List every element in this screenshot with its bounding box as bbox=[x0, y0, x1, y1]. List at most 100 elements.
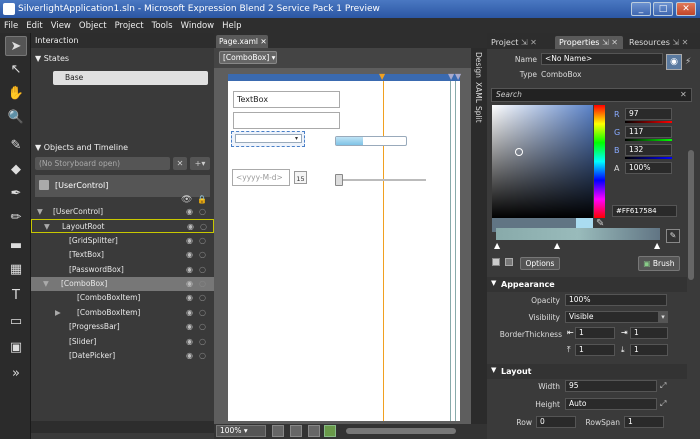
tree-item[interactable]: [Slider] ◉ ○ bbox=[31, 335, 214, 349]
textblock-tool-icon[interactable]: T bbox=[5, 286, 27, 306]
border-right-field[interactable]: 1 bbox=[630, 327, 668, 339]
horizontal-scrollbar[interactable] bbox=[346, 428, 456, 434]
expand-layout-icon[interactable]: ▼ bbox=[491, 366, 496, 374]
visibility-eye-icon[interactable]: ◉ bbox=[186, 306, 193, 320]
options-button[interactable]: Options bbox=[520, 257, 560, 270]
menu-help[interactable]: Help bbox=[218, 21, 245, 31]
r-slider[interactable] bbox=[625, 121, 672, 123]
column-marker-icon-2[interactable]: ▼ bbox=[448, 72, 454, 81]
lock-dot-icon[interactable]: ○ bbox=[199, 349, 206, 363]
gradient-stop-2[interactable]: ▲ bbox=[554, 241, 560, 250]
visibility-eye-icon[interactable]: ◉ bbox=[186, 277, 193, 291]
tab-close-icon[interactable]: ✕ bbox=[260, 37, 266, 46]
visibility-eye-icon[interactable]: ◉ bbox=[186, 291, 193, 305]
visibility-eye-icon[interactable]: ◉ bbox=[186, 263, 193, 277]
storyboard-selector[interactable]: (No Storyboard open) bbox=[35, 157, 170, 170]
color-picker-cursor[interactable] bbox=[515, 148, 523, 156]
menu-edit[interactable]: Edit bbox=[22, 21, 46, 31]
border-bottom-field[interactable]: 1 bbox=[630, 344, 668, 356]
brush-mode-solid-icon[interactable] bbox=[492, 258, 500, 266]
canvas-datepicker-field[interactable]: <yyyy-M-d> bbox=[232, 169, 290, 186]
document-tab[interactable]: Page.xaml ✕ bbox=[216, 35, 268, 48]
tab-project[interactable]: Project ⇲ ✕ bbox=[487, 36, 555, 49]
appearance-section[interactable]: Appearance bbox=[487, 277, 687, 292]
properties-scrollbar[interactable] bbox=[688, 150, 694, 280]
gradient-stop-1[interactable]: ▲ bbox=[494, 241, 500, 250]
minimize-button[interactable]: _ bbox=[631, 2, 651, 16]
grid-column-ruler[interactable] bbox=[228, 74, 460, 81]
tab-properties[interactable]: Properties ⇲ ✕ bbox=[555, 36, 623, 49]
search-input[interactable]: Search bbox=[491, 88, 692, 102]
pin-icon[interactable]: ⇲ ✕ bbox=[602, 38, 618, 47]
eyedropper-tool-icon[interactable]: ✎ bbox=[5, 136, 27, 156]
clear-search-icon[interactable]: ✕ bbox=[680, 90, 687, 99]
pin-icon[interactable]: ⇲ ✕ bbox=[521, 38, 537, 47]
tree-item[interactable]: [ProgressBar] ◉ ○ bbox=[31, 320, 214, 334]
maximize-button[interactable]: □ bbox=[653, 2, 673, 16]
expand-appearance-icon[interactable]: ▼ bbox=[491, 279, 496, 287]
effects-toggle-icon[interactable] bbox=[324, 425, 336, 437]
r-field[interactable]: 97 bbox=[625, 108, 672, 120]
visibility-eye-icon[interactable]: ◉ bbox=[186, 234, 193, 248]
visibility-eye-icon[interactable]: ◉ bbox=[186, 320, 193, 334]
lock-dot-icon[interactable]: ○ bbox=[199, 234, 206, 248]
hue-slider[interactable] bbox=[594, 105, 605, 218]
tree-item[interactable]: [TextBox] ◉ ○ bbox=[31, 248, 214, 262]
close-storyboard-button[interactable]: ✕ bbox=[173, 157, 187, 170]
column-marker-icon[interactable]: ▼ bbox=[379, 72, 385, 81]
visibility-eye-icon[interactable]: ◉ bbox=[187, 220, 194, 234]
canvas-slider-track[interactable] bbox=[338, 179, 426, 181]
snap-lines-icon[interactable] bbox=[308, 425, 320, 437]
tree-item[interactable]: [ComboBoxItem] ◉ ○ bbox=[31, 291, 214, 305]
brush-mode-gradient-icon[interactable] bbox=[505, 258, 513, 266]
lock-dot-icon[interactable]: ○ bbox=[199, 248, 206, 262]
pen-tool-icon[interactable]: ✒ bbox=[5, 184, 27, 204]
g-field[interactable]: 117 bbox=[625, 126, 672, 138]
visibility-select[interactable]: Visible bbox=[565, 311, 667, 323]
expander-icon[interactable]: ▼ bbox=[44, 220, 50, 234]
gradient-bar[interactable] bbox=[496, 228, 660, 240]
canvas-slider-thumb[interactable] bbox=[335, 174, 343, 186]
snap-grid-icon[interactable] bbox=[290, 425, 302, 437]
visibility-eye-icon[interactable]: ◉ bbox=[186, 335, 193, 349]
properties-view-icon[interactable]: ◉ bbox=[666, 54, 682, 70]
canvas-progressbar[interactable] bbox=[335, 136, 407, 146]
b-slider[interactable] bbox=[625, 157, 672, 159]
scope-root[interactable]: [UserControl] bbox=[35, 175, 210, 197]
xaml-view-tab[interactable]: XAML bbox=[474, 82, 483, 103]
gradient-stop-3[interactable]: ▲ bbox=[654, 241, 660, 250]
row-field[interactable]: 0 bbox=[536, 416, 576, 428]
base-state[interactable]: Base bbox=[53, 71, 208, 85]
pan-tool-icon[interactable]: ✋ bbox=[5, 84, 27, 104]
tree-item[interactable]: ▼ [UserControl] ◉ ○ bbox=[31, 205, 214, 219]
canvas-combobox[interactable]: ▾ bbox=[235, 134, 302, 143]
tree-item[interactable]: ▼ LayoutRoot ◉ ○ bbox=[31, 219, 214, 234]
menu-tools[interactable]: Tools bbox=[148, 21, 177, 31]
new-storyboard-button[interactable]: +▾ bbox=[190, 157, 210, 170]
zoom-selector[interactable]: 100% ▾ bbox=[216, 425, 266, 437]
close-button[interactable]: ✕ bbox=[676, 2, 696, 16]
brush-button[interactable]: ▣ Brush bbox=[638, 256, 680, 271]
more-tools-icon[interactable]: » bbox=[5, 364, 27, 384]
tree-item[interactable]: [DatePicker] ◉ ○ bbox=[31, 349, 214, 363]
controls-tool-icon[interactable]: ▭ bbox=[5, 312, 27, 332]
paint-bucket-tool-icon[interactable]: ◆ bbox=[5, 160, 27, 180]
menu-window[interactable]: Window bbox=[177, 21, 219, 31]
column-marker-icon-3[interactable]: ▼ bbox=[455, 72, 461, 81]
calendar-icon[interactable]: 15 bbox=[294, 171, 307, 184]
menu-project[interactable]: Project bbox=[111, 21, 148, 31]
lock-dot-icon[interactable]: ○ bbox=[199, 320, 206, 334]
tree-item[interactable]: [PasswordBox] ◉ ○ bbox=[31, 263, 214, 277]
selection-tool-icon[interactable]: ➤ bbox=[5, 36, 27, 56]
rowspan-field[interactable]: 1 bbox=[624, 416, 664, 428]
height-field[interactable]: Auto bbox=[565, 398, 657, 410]
canvas-passwordbox[interactable] bbox=[233, 112, 340, 129]
tab-resources[interactable]: Resources ⇲ ✕ bbox=[625, 36, 700, 49]
design-view-tab[interactable]: Design bbox=[474, 52, 483, 78]
rectangle-tool-icon[interactable]: ▬ bbox=[5, 236, 27, 256]
lock-dot-icon[interactable]: ○ bbox=[199, 205, 206, 219]
expander-icon[interactable]: ▼ bbox=[37, 205, 43, 219]
zoom-tool-icon[interactable]: 🔍 bbox=[5, 108, 27, 128]
g-slider[interactable] bbox=[625, 139, 672, 141]
pin-icon[interactable]: ⇲ ✕ bbox=[672, 38, 688, 47]
